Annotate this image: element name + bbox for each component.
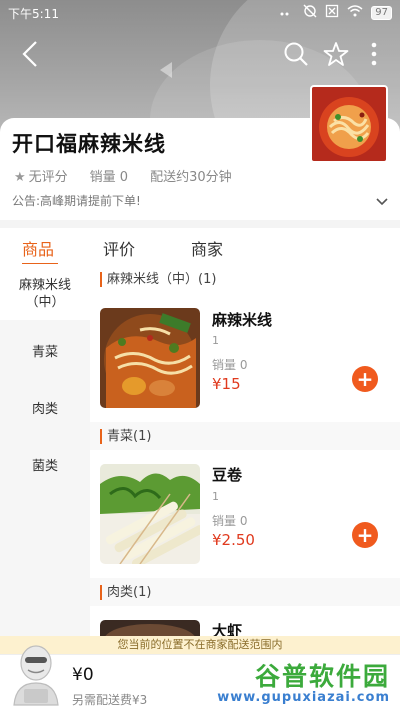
- dish-name: 麻辣米线: [212, 311, 273, 329]
- back-arrow-icon: [22, 41, 37, 67]
- tab-reviews[interactable]: 评价: [103, 236, 135, 260]
- dish-name: 大虾: [212, 622, 243, 636]
- sidebar-item-mushrooms[interactable]: 菌类: [0, 458, 90, 475]
- chevron-down-icon: [376, 198, 388, 206]
- delivery-fee: 另需配送费¥3: [72, 693, 148, 707]
- tab-seller[interactable]: 商家: [191, 236, 223, 260]
- dish-image[interactable]: [100, 620, 200, 636]
- section-header: 麻辣米线（中）(1): [100, 272, 216, 287]
- add-to-cart-button[interactable]: +: [352, 366, 378, 392]
- dish-sales: 销量 0: [212, 358, 248, 372]
- more-button[interactable]: [358, 38, 390, 70]
- signal-icon: [279, 5, 295, 20]
- status-bar: 下午5:11 97: [0, 0, 400, 26]
- plus-icon: +: [356, 367, 374, 391]
- dish-count: 1: [212, 490, 219, 503]
- shop-logo-image: [310, 85, 388, 163]
- sidebar-item-label: 麻辣米线（中）: [18, 278, 71, 310]
- cart-total: ¥0: [72, 665, 94, 685]
- site-watermark: 谷普软件园 www.gupuxiazai.com: [204, 655, 390, 711]
- delivery-time: 配送约30分钟: [150, 170, 232, 185]
- status-time: 下午5:11: [8, 7, 59, 21]
- watermark-url: www.gupuxiazai.com: [217, 690, 390, 705]
- section-header: 肉类(1): [100, 585, 151, 600]
- cart-button[interactable]: [8, 639, 64, 707]
- add-to-cart-button[interactable]: +: [352, 522, 378, 548]
- more-vertical-icon: [371, 42, 377, 66]
- shop-stats: ★ 无评分 销量 0 配送约30分钟: [14, 166, 232, 185]
- cart-avatar-icon: [13, 645, 59, 706]
- alarm-off-icon: [303, 4, 317, 21]
- category-sidebar: 麻辣米线（中） 青菜 肉类 菌类: [0, 264, 90, 636]
- sidebar-item-label: 青菜: [31, 345, 58, 360]
- dish-sales: 销量 0: [212, 514, 248, 528]
- section-header: 青菜(1): [100, 429, 151, 444]
- plus-icon: +: [356, 523, 374, 547]
- dish-image[interactable]: [100, 464, 200, 564]
- sim-off-icon: [325, 4, 339, 21]
- star-icon: ★: [14, 170, 26, 185]
- wifi-icon: [347, 5, 363, 20]
- battery-icon: 97: [371, 5, 392, 20]
- cart-bar: ¥0 另需配送费¥3 谷普软件园 www.gupuxiazai.com: [0, 645, 400, 711]
- shop-name: 开口福麻辣米线: [12, 132, 166, 156]
- sidebar-item-label: 肉类: [31, 402, 58, 417]
- dish-price: ¥15: [212, 375, 241, 393]
- dish-list: 麻辣米线（中）(1) 麻辣米线 1 销量 0 ¥15 + 青菜(1) 豆卷 1 …: [90, 264, 400, 636]
- dish-image[interactable]: [100, 308, 200, 408]
- dish-count: 1: [212, 334, 219, 347]
- dish-price: ¥2.50: [212, 531, 255, 549]
- watermark-title: 谷普软件园: [254, 662, 390, 691]
- shop-tabs: 商品 评价 商家: [0, 220, 400, 265]
- rating-stat: ★ 无评分: [14, 166, 68, 185]
- search-icon: [284, 42, 308, 66]
- search-button[interactable]: [280, 38, 312, 70]
- dish-name: 豆卷: [212, 466, 243, 484]
- sidebar-item-label: 菌类: [31, 459, 58, 474]
- tab-goods[interactable]: 商品: [22, 236, 54, 260]
- sales-stat: 销量 0: [89, 170, 129, 185]
- top-nav-bar: [0, 32, 400, 76]
- back-button[interactable]: [14, 38, 46, 70]
- favorite-button[interactable]: [320, 38, 352, 70]
- sidebar-item-noodles[interactable]: 麻辣米线（中）: [0, 264, 90, 320]
- sidebar-item-meat[interactable]: 肉类: [0, 401, 90, 418]
- sidebar-item-greens[interactable]: 青菜: [0, 344, 90, 361]
- star-outline-icon: [323, 42, 349, 66]
- expand-notice-button[interactable]: [376, 192, 388, 211]
- rating-text: 无评分: [28, 170, 68, 185]
- shop-notice: 公告:高峰期请提前下单!: [12, 194, 141, 208]
